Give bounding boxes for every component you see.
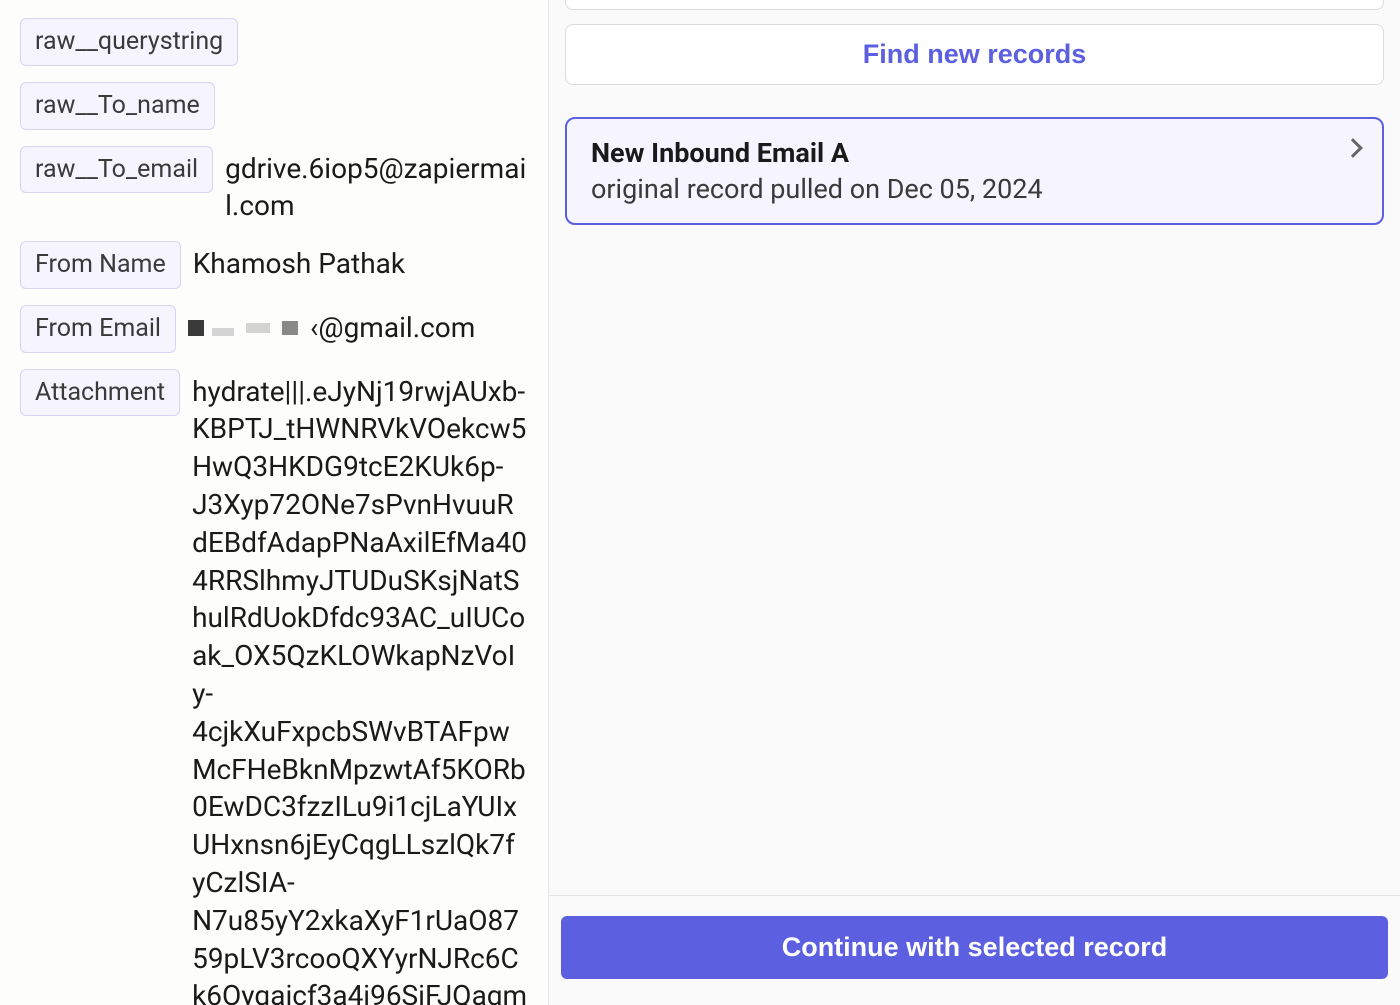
redacted-block-icon xyxy=(282,321,298,335)
redacted-segment xyxy=(246,323,276,333)
redacted-segment xyxy=(282,321,304,335)
field-label: Attachment xyxy=(20,369,180,417)
field-value: gdrive.6iop5@zapiermail.com xyxy=(225,146,528,226)
field-row-from-email: From Email ‹@gmail.com xyxy=(20,305,528,353)
field-label: From Email xyxy=(20,305,176,353)
field-row-attachment: Attachment hydrate|||.eJyNj19rwjAUxb-KBP… xyxy=(20,369,528,1005)
redacted-block-icon xyxy=(188,320,204,336)
record-selector-panel: Find new records New Inbound Email A ori… xyxy=(548,0,1400,1005)
record-subtitle: original record pulled on Dec 05, 2024 xyxy=(591,173,1358,205)
bottom-action-bar: Continue with selected record xyxy=(549,895,1400,1005)
record-card-selected[interactable]: New Inbound Email A original record pull… xyxy=(565,117,1384,225)
record-list-area: Find new records New Inbound Email A ori… xyxy=(549,0,1400,895)
field-row-raw-to-name: raw__To_name xyxy=(20,82,528,130)
field-label: raw__To_email xyxy=(20,146,213,194)
find-records-label: Find new records xyxy=(863,39,1087,69)
field-label: From Name xyxy=(20,241,181,289)
continue-label: Continue with selected record xyxy=(782,932,1168,962)
redacted-block-icon xyxy=(246,323,270,333)
field-label: raw__To_name xyxy=(20,82,215,130)
partial-card-top xyxy=(565,0,1384,10)
redacted-block-icon xyxy=(212,328,234,336)
email-suffix: ‹@gmail.com xyxy=(310,309,475,347)
continue-button[interactable]: Continue with selected record xyxy=(561,916,1388,979)
field-row-from-name: From Name Khamosh Pathak xyxy=(20,241,528,289)
field-value: Khamosh Pathak xyxy=(193,241,405,283)
field-row-raw-querystring: raw__querystring xyxy=(20,18,528,66)
record-title: New Inbound Email A xyxy=(591,137,1358,169)
field-row-raw-to-email: raw__To_email gdrive.6iop5@zapiermail.co… xyxy=(20,146,528,226)
field-value: hydrate|||.eJyNj19rwjAUxb-KBPTJ_tHWNRVkV… xyxy=(192,369,528,1005)
redacted-segment xyxy=(188,320,240,336)
field-list-panel: raw__querystring raw__To_name raw__To_em… xyxy=(0,0,548,1005)
field-value-redacted: ‹@gmail.com xyxy=(188,305,475,347)
field-label: raw__querystring xyxy=(20,18,238,66)
find-new-records-button[interactable]: Find new records xyxy=(565,24,1384,85)
